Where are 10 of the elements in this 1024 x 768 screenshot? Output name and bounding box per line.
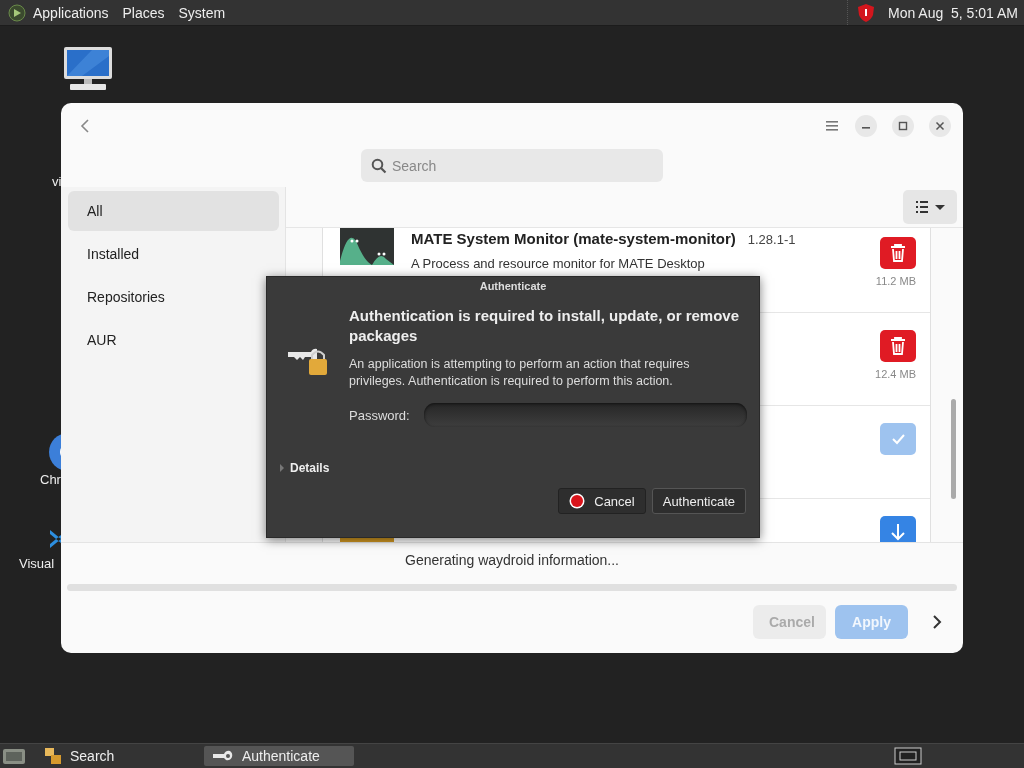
package-description: A Process and resource monitor for MATE Desktop <box>411 256 706 271</box>
dialog-title: Authenticate <box>479 280 547 292</box>
package-size: 11.2 MB <box>875 275 916 287</box>
status-text: Generating waydroid information... <box>61 542 963 577</box>
package-version: 1.28.1-1 <box>747 232 796 247</box>
dialog-message: An application is attempting to perform an action that requires privileges. Authentication is required to perform this action. <box>349 356 691 390</box>
password-label: Password: <box>349 407 410 423</box>
package-title: MATE System Monitor (mate-system-monitor) <box>411 230 736 247</box>
package-size: 12.4 MB <box>875 368 916 380</box>
dialog-heading: Authentication is required to install, update, or remove packages <box>349 306 741 346</box>
